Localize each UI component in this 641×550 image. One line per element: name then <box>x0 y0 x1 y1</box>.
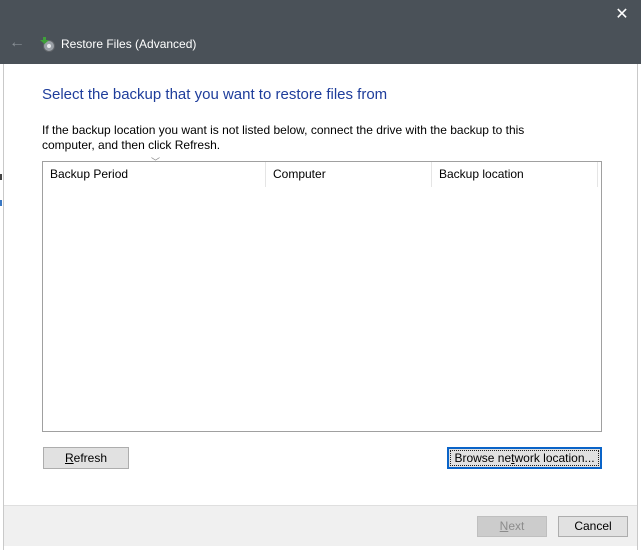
dialog-content: Select the backup that you want to resto… <box>4 64 637 505</box>
column-header-backup-period[interactable]: ﹀ Backup Period <box>43 157 266 187</box>
column-header-label: Backup location <box>439 167 524 181</box>
refresh-button[interactable]: Refresh <box>43 447 129 469</box>
restore-files-app-icon <box>40 37 55 52</box>
next-button[interactable]: Next <box>477 516 547 537</box>
background-text-fragment <box>0 174 2 180</box>
close-icon[interactable]: ✕ <box>611 4 633 26</box>
title-bar: ← Restore Files (Advanced) ✕ <box>0 0 641 64</box>
column-header-backup-location[interactable]: Backup location <box>432 162 598 187</box>
back-arrow-icon[interactable]: ← <box>9 34 27 52</box>
window-title: Restore Files (Advanced) <box>61 37 197 51</box>
column-header-label: Computer <box>273 167 326 181</box>
cancel-button[interactable]: Cancel <box>558 516 628 537</box>
dialog-footer: Next Cancel <box>4 505 637 546</box>
column-header-computer[interactable]: Computer <box>266 162 432 187</box>
window-bottom-edge <box>4 546 637 550</box>
backup-list[interactable]: ﹀ Backup Period Computer Backup location <box>42 157 602 432</box>
backup-list-header: ﹀ Backup Period Computer Backup location <box>43 157 601 187</box>
window-right-edge <box>637 64 641 550</box>
column-header-label: Backup Period <box>50 167 129 181</box>
page-heading: Select the backup that you want to resto… <box>42 86 388 103</box>
restore-files-window: ← Restore Files (Advanced) ✕ Select the … <box>0 0 641 550</box>
browse-network-location-button[interactable]: Browse network location... <box>447 447 602 469</box>
background-link-fragment <box>0 200 2 206</box>
sort-descending-icon: ﹀ <box>151 157 161 167</box>
instructions-text: If the backup location you want is not l… <box>42 123 525 152</box>
